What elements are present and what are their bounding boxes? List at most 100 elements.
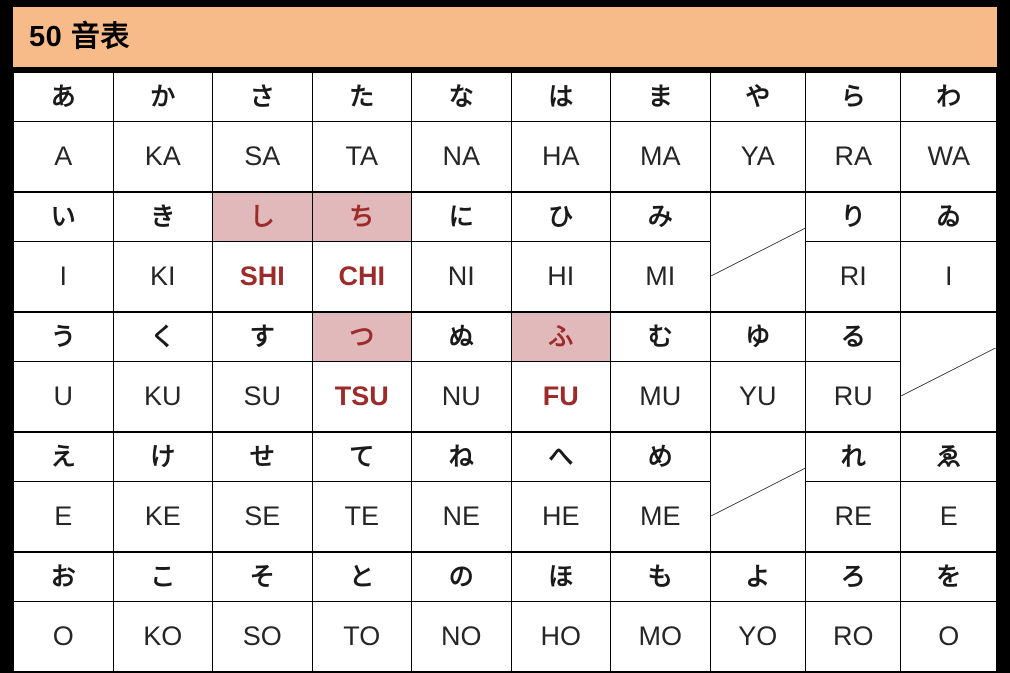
- kana-cell-ra-o[interactable]: ろ: [804, 551, 902, 602]
- romaji-cell-ka-e[interactable]: KE: [112, 481, 213, 553]
- kana-cell-ma-a[interactable]: ま: [610, 71, 711, 122]
- kana-cell-ma-i[interactable]: み: [610, 191, 711, 242]
- kana-cell-na-e[interactable]: ね: [411, 431, 512, 482]
- kana-cell-ra-i[interactable]: り: [804, 191, 902, 242]
- kana-cell-a-a[interactable]: あ: [13, 71, 114, 122]
- kana-cell-sa-a[interactable]: さ: [212, 71, 313, 122]
- kana-cell-ya-a[interactable]: や: [709, 71, 806, 122]
- kana-cell-ta-a[interactable]: た: [311, 71, 412, 122]
- romaji-cell-na-e[interactable]: NE: [411, 481, 512, 553]
- romaji-cell-ma-o[interactable]: MO: [610, 601, 711, 673]
- romaji-cell-ha-u[interactable]: FU: [510, 361, 611, 433]
- romaji-cell-sa-a[interactable]: SA: [212, 121, 313, 193]
- romaji-cell-ka-u[interactable]: KU: [112, 361, 213, 433]
- kana-cell-ta-o[interactable]: と: [311, 551, 412, 602]
- romaji-cell-ka-a[interactable]: KA: [112, 121, 213, 193]
- kana-cell-a-i[interactable]: い: [13, 191, 114, 242]
- romaji-cell-a-o[interactable]: O: [13, 601, 114, 673]
- kana-cell-sa-o[interactable]: そ: [212, 551, 313, 602]
- empty-cell-ya-e: [709, 431, 806, 553]
- empty-cell-ya-i: [709, 191, 806, 313]
- kana-cell-na-o[interactable]: の: [411, 551, 512, 602]
- kana-cell-sa-u[interactable]: す: [212, 311, 313, 362]
- romaji-cell-ma-a[interactable]: MA: [610, 121, 711, 193]
- kana-cell-ra-e[interactable]: れ: [804, 431, 902, 482]
- kana-cell-a-u[interactable]: う: [13, 311, 114, 362]
- romaji-cell-ma-i[interactable]: MI: [610, 241, 711, 313]
- kana-cell-wa-i[interactable]: ゐ: [900, 191, 997, 242]
- kana-cell-ka-a[interactable]: か: [112, 71, 213, 122]
- kana-cell-ha-e[interactable]: へ: [510, 431, 611, 482]
- romaji-cell-ma-e[interactable]: ME: [610, 481, 711, 553]
- kana-cell-ha-o[interactable]: ほ: [510, 551, 611, 602]
- kana-cell-ha-u[interactable]: ふ: [510, 311, 611, 362]
- kana-cell-ha-a[interactable]: は: [510, 71, 611, 122]
- romaji-cell-a-u[interactable]: U: [13, 361, 114, 433]
- romaji-cell-sa-o[interactable]: SO: [212, 601, 313, 673]
- romaji-cell-wa-e[interactable]: E: [900, 481, 997, 553]
- kana-cell-ka-u[interactable]: く: [112, 311, 213, 362]
- romaji-cell-ra-o[interactable]: RO: [804, 601, 902, 673]
- romaji-cell-a-i[interactable]: I: [13, 241, 114, 313]
- kana-cell-ra-u[interactable]: る: [804, 311, 902, 362]
- kana-cell-ya-o[interactable]: よ: [709, 551, 806, 602]
- romaji-cell-ta-e[interactable]: TE: [311, 481, 412, 553]
- romaji-cell-na-o[interactable]: NO: [411, 601, 512, 673]
- kana-cell-ha-i[interactable]: ひ: [510, 191, 611, 242]
- romaji-cell-ha-e[interactable]: HE: [510, 481, 611, 553]
- gojuon-sheet: 50 音表 あかさたなはまやらわ A KA SA TA NA HA MA YA RA WA いきしちに…: [13, 7, 997, 673]
- kana-cell-ka-o[interactable]: こ: [112, 551, 213, 602]
- romaji-cell-ma-u[interactable]: MU: [610, 361, 711, 433]
- kana-cell-na-a[interactable]: な: [411, 71, 512, 122]
- kana-cell-wa-a[interactable]: わ: [900, 71, 997, 122]
- romaji-cell-ra-a[interactable]: RA: [804, 121, 902, 193]
- romaji-cell-ya-o[interactable]: YO: [709, 601, 806, 673]
- kana-cell-na-i[interactable]: に: [411, 191, 512, 242]
- romaji-row-i: I KI SHI CHI NI HI MI RI I: [13, 241, 997, 313]
- kana-cell-ya-u[interactable]: ゆ: [709, 311, 806, 362]
- kana-cell-ka-i[interactable]: き: [112, 191, 213, 242]
- romaji-cell-sa-u[interactable]: SU: [212, 361, 313, 433]
- romaji-cell-na-u[interactable]: NU: [411, 361, 512, 433]
- romaji-cell-ka-i[interactable]: KI: [112, 241, 213, 313]
- romaji-cell-ra-e[interactable]: RE: [804, 481, 902, 553]
- kana-cell-sa-e[interactable]: せ: [212, 431, 313, 482]
- romaji-cell-ta-u[interactable]: TSU: [311, 361, 412, 433]
- romaji-cell-ra-u[interactable]: RU: [804, 361, 902, 433]
- kana-cell-a-o[interactable]: お: [13, 551, 114, 602]
- romaji-cell-na-i[interactable]: NI: [411, 241, 512, 313]
- romaji-cell-ya-u[interactable]: YU: [709, 361, 806, 433]
- romaji-cell-ha-i[interactable]: HI: [510, 241, 611, 313]
- romaji-cell-a-e[interactable]: E: [13, 481, 114, 553]
- romaji-cell-ha-o[interactable]: HO: [510, 601, 611, 673]
- kana-cell-wa-e[interactable]: ゑ: [900, 431, 997, 482]
- kana-cell-sa-i[interactable]: し: [212, 191, 313, 242]
- kana-cell-a-e[interactable]: え: [13, 431, 114, 482]
- romaji-cell-sa-i[interactable]: SHI: [212, 241, 313, 313]
- romaji-cell-wa-a[interactable]: WA: [900, 121, 997, 193]
- romaji-cell-sa-e[interactable]: SE: [212, 481, 313, 553]
- kana-cell-ma-e[interactable]: め: [610, 431, 711, 482]
- kana-cell-ta-i[interactable]: ち: [311, 191, 412, 242]
- kana-cell-wa-o[interactable]: を: [900, 551, 997, 602]
- romaji-row-u: U KU SU TSU NU FU MU YU RU: [13, 361, 997, 433]
- romaji-cell-ta-i[interactable]: CHI: [311, 241, 412, 313]
- romaji-cell-ta-o[interactable]: TO: [311, 601, 412, 673]
- title-bar: 50 音表: [13, 7, 997, 71]
- romaji-cell-ra-i[interactable]: RI: [804, 241, 902, 313]
- kana-cell-ka-e[interactable]: け: [112, 431, 213, 482]
- romaji-cell-a-a[interactable]: A: [13, 121, 114, 193]
- kana-cell-ma-u[interactable]: む: [610, 311, 711, 362]
- kana-cell-ta-e[interactable]: て: [311, 431, 412, 482]
- kana-cell-ta-u[interactable]: つ: [311, 311, 412, 362]
- romaji-cell-ka-o[interactable]: KO: [112, 601, 213, 673]
- kana-cell-na-u[interactable]: ぬ: [411, 311, 512, 362]
- romaji-cell-wa-o[interactable]: O: [900, 601, 997, 673]
- romaji-cell-ha-a[interactable]: HA: [510, 121, 611, 193]
- romaji-cell-wa-i[interactable]: I: [900, 241, 997, 313]
- romaji-cell-na-a[interactable]: NA: [411, 121, 512, 193]
- romaji-cell-ta-a[interactable]: TA: [311, 121, 412, 193]
- romaji-cell-ya-a[interactable]: YA: [709, 121, 806, 193]
- kana-cell-ra-a[interactable]: ら: [804, 71, 902, 122]
- kana-cell-ma-o[interactable]: も: [610, 551, 711, 602]
